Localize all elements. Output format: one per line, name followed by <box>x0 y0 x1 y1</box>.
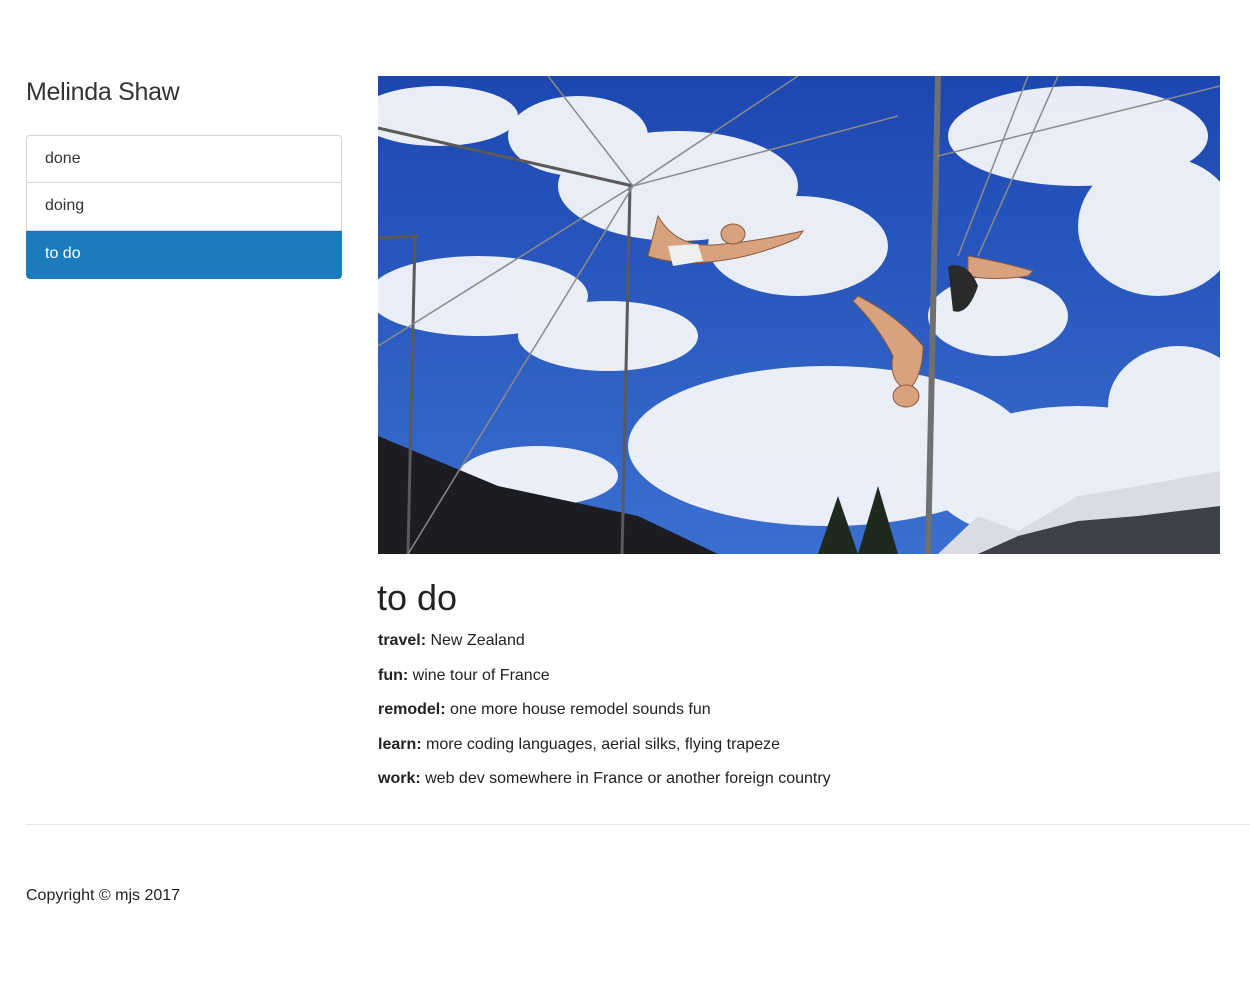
item-label: learn: <box>378 735 422 753</box>
nav-item-done[interactable]: done <box>26 135 342 183</box>
item-text: more coding languages, aerial silks, fly… <box>421 735 780 753</box>
list-item: remodel: one more house remodel sounds f… <box>378 699 831 734</box>
item-label: remodel: <box>378 701 446 718</box>
item-text: New Zealand <box>426 632 525 649</box>
item-label: fun: <box>378 666 409 684</box>
trapeze-photo <box>378 76 1220 554</box>
item-text: web dev somewhere in France or another f… <box>420 770 831 787</box>
item-text: one more house remodel sounds fun <box>445 701 711 718</box>
item-label: work: <box>378 770 421 787</box>
item-text: wine tour of France <box>408 666 550 684</box>
footer-divider <box>26 824 1250 825</box>
nav-item-to-do[interactable]: to do <box>26 231 342 279</box>
nav-item-doing[interactable]: doing <box>26 183 342 231</box>
section-title: to do <box>377 577 458 618</box>
footer-copyright: Copyright © mjs 2017 <box>26 887 181 904</box>
list-item: fun: wine tour of France <box>378 665 831 700</box>
sidebar-nav: done doing to do <box>26 135 342 279</box>
list-item: travel: New Zealand <box>378 630 831 665</box>
todo-list: travel: New Zealand fun: wine tour of Fr… <box>378 630 831 803</box>
list-item: learn: more coding languages, aerial sil… <box>378 734 831 769</box>
item-label: travel: <box>378 632 427 649</box>
site-title[interactable]: Melinda Shaw <box>26 78 180 107</box>
list-item: work: web dev somewhere in France or ano… <box>378 768 831 803</box>
